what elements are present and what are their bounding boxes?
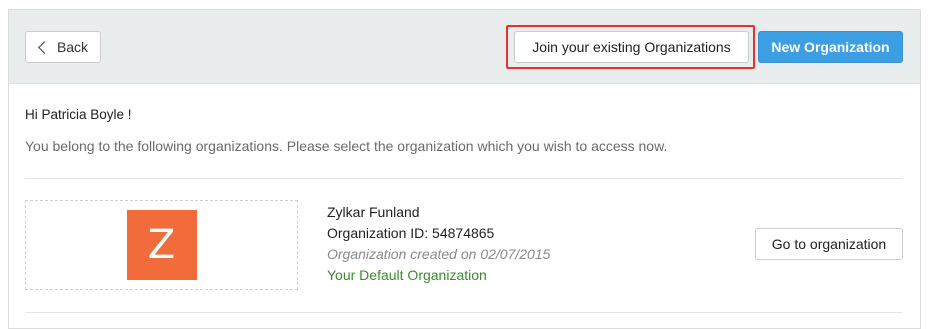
organization-created-date: Organization created on 02/07/2015	[327, 246, 551, 262]
back-button-label: Back	[56, 39, 89, 55]
back-button[interactable]: Back	[25, 31, 101, 63]
organization-details: Zylkar Funland Organization ID: 54874865…	[327, 202, 550, 286]
greeting-text: Hi Patricia Boyle !	[25, 107, 132, 122]
divider	[25, 178, 902, 179]
new-organization-label: New Organization	[771, 39, 890, 55]
organization-logo-letter: Z	[147, 222, 176, 268]
header-bar: Back Join your existing Organizations Ne…	[9, 10, 920, 84]
info-text: You belong to the following organization…	[25, 138, 668, 154]
organization-logo: Z	[126, 210, 197, 280]
join-button-label: Join your existing Organizations	[532, 39, 731, 55]
organizations-panel: Back Join your existing Organizations Ne…	[8, 9, 921, 329]
organization-logo-box: Z	[25, 200, 298, 290]
join-existing-organizations-button[interactable]: Join your existing Organizations	[514, 31, 749, 63]
organization-id: Organization ID: 54874865	[327, 225, 495, 241]
divider	[25, 312, 902, 313]
go-to-organization-label: Go to organization	[771, 236, 887, 252]
new-organization-button[interactable]: New Organization	[758, 31, 903, 63]
chevron-left-icon	[38, 40, 51, 54]
default-organization-badge: Your Default Organization	[327, 267, 487, 283]
organization-name: Zylkar Funland	[327, 204, 420, 220]
go-to-organization-button[interactable]: Go to organization	[755, 228, 903, 260]
